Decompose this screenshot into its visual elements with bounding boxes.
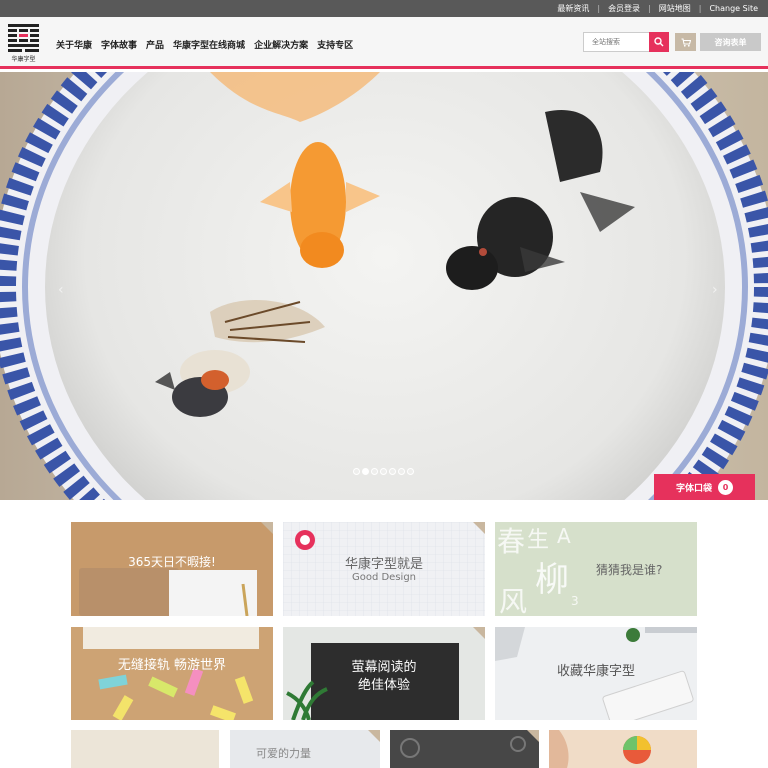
tile-seamless-title: 无缝接轨 畅游世界 (117, 658, 227, 673)
tile-good-design[interactable]: 华康字型就是 Good Design (283, 522, 485, 616)
tile-good-design-line2: Good Design (351, 572, 417, 583)
link-member-login[interactable]: 会员登录 (608, 3, 640, 14)
nav-support[interactable]: 支持专区 (317, 38, 353, 51)
link-sitemap[interactable]: 网站地图 (659, 3, 691, 14)
brand-logo[interactable]: 华康字型 (7, 22, 40, 64)
tile-collect-fonts-title: 收藏华康字型 (556, 664, 635, 679)
glyph-3: 3 (571, 594, 579, 608)
font-bag-label: 字体口袋 (675, 483, 712, 494)
site-header: 华康字型 关于华康 字体故事 产品 华康字型在线商城 企业解决方案 支持专区 咨… (0, 17, 768, 69)
nav-about[interactable]: 关于华康 (56, 38, 92, 51)
tile-screen-reading-line1: 萤幕阅读的 (351, 660, 417, 675)
glyph-chun: 春 (497, 525, 526, 558)
carousel-dot[interactable] (380, 468, 387, 475)
inquiry-form-button[interactable]: 咨询表单 (700, 33, 761, 51)
tile-screen-reading-line2: 绝佳体验 (357, 678, 410, 693)
tile-cute-power[interactable]: 可爱的力量 (230, 730, 380, 768)
link-change-site[interactable]: Change Site (709, 4, 758, 13)
tile-row3-1[interactable] (71, 730, 219, 768)
font-bag-button[interactable]: 字体口袋 0 (654, 474, 755, 500)
search-input[interactable] (583, 32, 649, 52)
search-icon (654, 37, 664, 47)
glyph-sheng: 生 (527, 528, 550, 553)
carousel-dot[interactable] (407, 468, 414, 475)
carousel-next-arrow[interactable]: › (712, 282, 718, 298)
tile-good-design-line1: 华康字型就是 (344, 557, 423, 572)
tile-corner (527, 730, 539, 742)
carousel-dot[interactable] (398, 468, 405, 475)
glyph-a: A (557, 524, 571, 548)
tile-corner (473, 627, 485, 639)
nav-font-stories[interactable]: 字体故事 (101, 38, 137, 51)
chalkboard-illustration (390, 730, 539, 768)
carousel-dot-active[interactable] (362, 468, 369, 475)
carousel-dots (353, 468, 414, 475)
link-latest-news[interactable]: 最新资讯 (557, 3, 589, 14)
tile-corner (473, 522, 485, 534)
separator: | (648, 4, 651, 13)
tile-chalkboard-question[interactable] (390, 730, 539, 768)
goldfish-bowl-image (0, 72, 768, 500)
font-bag-count: 0 (718, 479, 733, 495)
nav-enterprise[interactable]: 企业解决方案 (254, 38, 308, 51)
tile-corner (261, 522, 273, 534)
tile-cute-power-title: 可爱的力量 (256, 747, 311, 760)
hero-carousel: ‹ › (0, 72, 768, 500)
main-nav: 关于华康 字体故事 产品 华康字型在线商城 企业解决方案 支持专区 (56, 38, 353, 51)
tile-guess-who[interactable]: 春 生 A 柳 风 3 猜猜我是谁? (495, 522, 697, 616)
tile-seamless[interactable]: 无缝接轨 畅游世界 (71, 627, 273, 720)
carousel-dot[interactable] (353, 468, 360, 475)
wood-sticky-notes-illustration (71, 627, 273, 720)
carousel-dot[interactable] (371, 468, 378, 475)
carousel-dot[interactable] (389, 468, 396, 475)
search-button[interactable] (649, 32, 669, 52)
nav-online-store[interactable]: 华康字型在线商城 (173, 38, 245, 51)
carousel-prev-arrow[interactable]: ‹ (58, 282, 64, 298)
tile-collect-fonts[interactable]: 收藏华康字型 (495, 627, 697, 720)
tile-corner (368, 730, 380, 742)
cart-icon (681, 37, 691, 47)
tile-screen-reading[interactable]: 萤幕阅读的 绝佳体验 (283, 627, 485, 720)
glyph-feng: 风 (499, 585, 528, 616)
tile-row3-4[interactable] (549, 730, 697, 768)
site-search (583, 32, 669, 52)
separator: | (698, 4, 702, 13)
hands-color-wheel-illustration (549, 730, 697, 768)
logo-text: 华康字型 (11, 55, 35, 63)
cart-button[interactable] (675, 33, 696, 51)
nav-products[interactable]: 产品 (146, 38, 164, 51)
tile-365-title: 365天日不暇接! (128, 555, 216, 569)
tile-guess-who-title: 猜猜我是谁? (596, 563, 663, 577)
separator: | (597, 4, 601, 13)
top-utility-bar: 最新资讯 | 会员登录 | 网站地图 | Change Site (0, 0, 768, 17)
top-links: 最新资讯 | 会员登录 | 网站地图 | Change Site (557, 0, 758, 17)
glyph-liu: 柳 (535, 560, 569, 600)
tile-365-days[interactable]: 365天日不暇接! (71, 522, 273, 616)
